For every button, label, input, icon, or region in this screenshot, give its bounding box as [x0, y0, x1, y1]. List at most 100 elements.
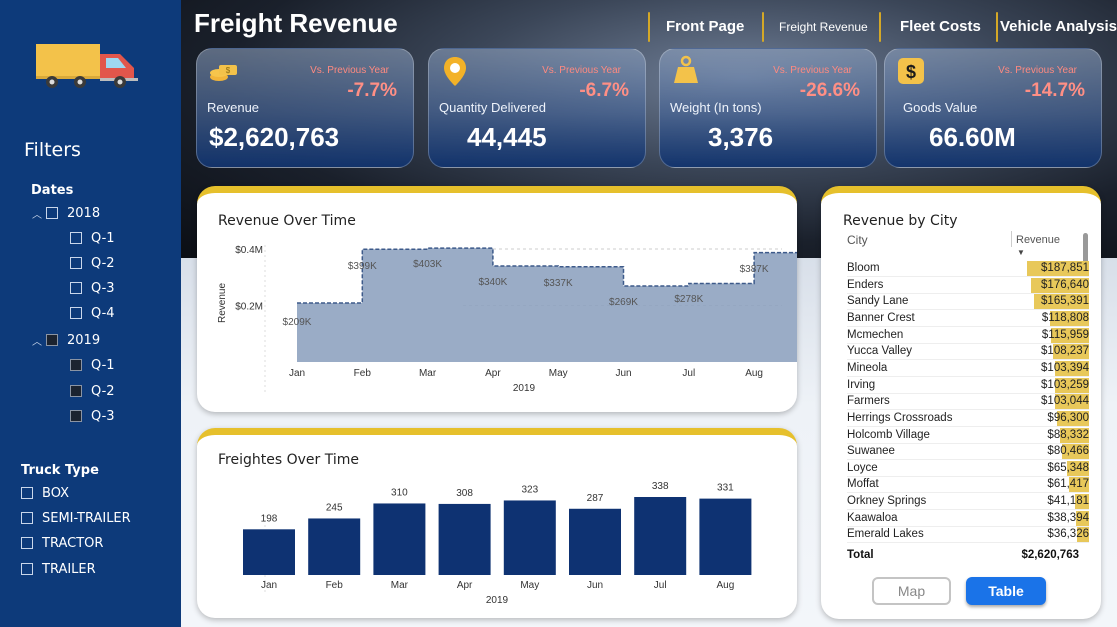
checkbox[interactable]: [70, 232, 82, 244]
checkbox[interactable]: [21, 487, 33, 499]
data-label: 323: [521, 484, 538, 495]
tree-2019-q3[interactable]: Q-3: [70, 407, 115, 425]
vs-previous-year: Vs. Previous Year: [310, 65, 389, 76]
tree-2018-q4[interactable]: Q-4: [70, 304, 115, 322]
location-pin-icon: [444, 57, 466, 86]
table-row[interactable]: Suwanee $80,466: [847, 443, 1089, 461]
sort-desc-icon[interactable]: ▼: [1017, 248, 1025, 257]
table-row[interactable]: Bloom $187,851: [847, 260, 1089, 277]
table-row[interactable]: Farmers $103,044: [847, 393, 1089, 411]
checkbox[interactable]: [21, 563, 33, 575]
city-name: Kaawaloa: [847, 511, 898, 524]
tree-2018-q2[interactable]: Q-2: [70, 254, 115, 272]
checkbox[interactable]: [70, 385, 82, 397]
column-divider: [1011, 231, 1012, 247]
checkbox[interactable]: [70, 410, 82, 422]
city-revenue: $165,391: [1041, 295, 1089, 308]
dates-label: Dates: [31, 183, 74, 198]
nav-freight-revenue[interactable]: Freight Revenue: [779, 20, 868, 34]
city-revenue: $65,348: [1047, 461, 1089, 474]
page-title: Freight Revenue: [194, 8, 398, 38]
checkbox[interactable]: [70, 359, 82, 371]
truck-type-box[interactable]: BOX: [21, 484, 69, 502]
tree-year-2018[interactable]: ︿ 2018: [32, 204, 100, 222]
chevron-up-icon[interactable]: ︿: [32, 333, 46, 348]
city-revenue: $176,640: [1041, 278, 1089, 291]
table-row[interactable]: Emerald Lakes $36,326: [847, 526, 1089, 544]
revenue-by-city-panel: Revenue by City City Revenue ▼ Bloom $187…: [821, 186, 1101, 619]
checkbox-2018[interactable]: [46, 207, 58, 219]
table-row[interactable]: Yucca Valley $108,237: [847, 343, 1089, 361]
city-revenue: $103,044: [1041, 395, 1089, 408]
city-name: Holcomb Village: [847, 428, 930, 441]
kpi-change: -26.6%: [799, 80, 860, 101]
nav-divider: [996, 12, 998, 42]
city-revenue: $36,326: [1047, 528, 1089, 541]
x-axis-label: 2019: [486, 595, 509, 606]
checkbox-2019[interactable]: [46, 334, 58, 346]
data-label: $399K: [348, 261, 377, 272]
kpi-change: -14.7%: [1024, 80, 1085, 101]
table-row[interactable]: Mineola $103,394: [847, 360, 1089, 377]
checkbox[interactable]: [70, 282, 82, 294]
x-tick-label: May: [549, 368, 568, 379]
checkbox[interactable]: [70, 307, 82, 319]
table-row[interactable]: Kaawaloa $38,394: [847, 510, 1089, 527]
quarter-label: Q-1: [91, 230, 115, 246]
vs-previous-year: Vs. Previous Year: [773, 65, 852, 76]
x-tick-label: Feb: [354, 368, 372, 379]
table-row[interactable]: Loyce $65,348: [847, 460, 1089, 477]
quarter-label: Q-4: [91, 305, 115, 321]
checkbox[interactable]: [70, 257, 82, 269]
total-value: $2,620,763: [1021, 549, 1079, 561]
nav-fleet-costs[interactable]: Fleet Costs: [900, 18, 981, 35]
x-tick-label: Jul: [682, 368, 695, 379]
map-view-button[interactable]: Map: [872, 577, 951, 605]
kpi-change: -7.7%: [347, 80, 397, 101]
quarter-label: Q-3: [91, 408, 115, 424]
column-header-revenue[interactable]: Revenue: [1016, 234, 1060, 246]
truck-type-semi-trailer[interactable]: SEMI-TRAILER: [21, 509, 131, 527]
table-view-button[interactable]: Table: [966, 577, 1046, 605]
table-row[interactable]: Mcmechen $115,959: [847, 327, 1089, 344]
x-tick-label: Jan: [289, 368, 305, 379]
kpi-label: Revenue: [207, 100, 260, 115]
weight-icon: [674, 55, 698, 83]
truck-type-tractor[interactable]: TRACTOR: [21, 534, 103, 552]
checkbox[interactable]: [21, 537, 33, 549]
x-tick-label: Apr: [457, 580, 473, 591]
chevron-up-icon[interactable]: ︿: [32, 206, 46, 221]
table-row[interactable]: Orkney Springs $41,181: [847, 493, 1089, 511]
tree-2018-q3[interactable]: Q-3: [70, 279, 115, 297]
table-row[interactable]: Irving $103,259: [847, 377, 1089, 394]
svg-text:$: $: [906, 62, 916, 82]
city-revenue: $103,259: [1041, 378, 1089, 391]
freight-bar-chart: 198 Jan 245 Feb 310 Mar 308 Apr 323 May 287 Jun 338 J…: [243, 481, 752, 606]
column-header-city[interactable]: City: [847, 233, 868, 247]
revenue-over-time-panel: Revenue Over Time $0.4M $0.2M Revenue Jan $2…: [197, 186, 797, 412]
tree-year-2019[interactable]: ︿ 2019: [32, 331, 100, 349]
x-tick-label: Mar: [391, 580, 409, 591]
year-label: 2018: [67, 205, 101, 221]
checkbox[interactable]: [21, 512, 33, 524]
kpi-change: -6.7%: [579, 80, 629, 101]
tree-2019-q2[interactable]: Q-2: [70, 382, 115, 400]
nav-front-page[interactable]: Front Page: [666, 18, 744, 35]
table-row[interactable]: Enders $176,640: [847, 277, 1089, 294]
table-row[interactable]: Banner Crest $118,808: [847, 310, 1089, 327]
bar: [373, 503, 426, 575]
x-tick-label: Apr: [485, 368, 501, 379]
nav-vehicle-analysis[interactable]: Vehicle Analysis: [1000, 18, 1117, 35]
truck-type-trailer[interactable]: TRAILER: [21, 560, 96, 578]
table-row[interactable]: Sandy Lane $165,391: [847, 293, 1089, 311]
tree-2019-q1[interactable]: Q-1: [70, 356, 115, 374]
table-row[interactable]: Holcomb Village $88,332: [847, 427, 1089, 444]
tree-2018-q1[interactable]: Q-1: [70, 229, 115, 247]
data-label: 308: [456, 488, 473, 499]
table-row[interactable]: Herrings Crossroads $96,300: [847, 410, 1089, 427]
city-revenue: $38,394: [1047, 511, 1089, 524]
nav-divider: [762, 12, 764, 42]
kpi-label: Weight (In tons): [670, 100, 762, 115]
data-label: 338: [652, 481, 669, 492]
table-row[interactable]: Moffat $61,417: [847, 476, 1089, 494]
